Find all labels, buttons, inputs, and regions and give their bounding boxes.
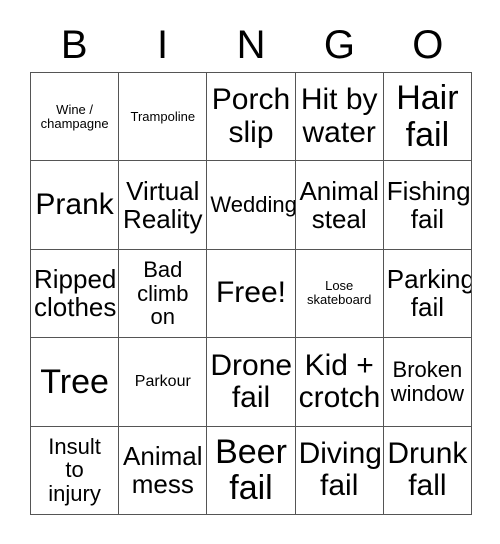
bingo-cell-free[interactable]: Free! [207,249,296,339]
bingo-cell-label: Wedding [210,192,296,218]
bingo-cell-label: Prank [35,187,114,221]
bingo-cell-label: Lose skateboard [307,278,372,308]
bingo-cell[interactable]: Bad climb on [119,249,208,339]
bingo-cell-label: Kid + crotch [298,348,381,414]
bingo-cell[interactable]: Fishing fail [383,161,472,250]
bingo-cell[interactable]: Wine / champagne [31,73,120,162]
bingo-cell-label: Porch slip [211,83,291,149]
bingo-cell[interactable]: Lose skateboard [295,249,384,339]
bingo-cell[interactable]: Hit by water [295,73,384,162]
header-letter-i: I [157,23,169,67]
bingo-cell[interactable]: Trampoline [119,73,208,162]
bingo-cell-label: Bad climb on [137,256,189,330]
bingo-cell[interactable]: Hair fail [383,73,472,162]
header-letter-o: O [412,23,444,67]
header-letter-g: G [323,23,355,67]
bingo-cell-label: Free! [215,276,286,310]
header-letter-n: N [236,23,266,67]
bingo-cell-label: Diving fail [298,436,382,503]
bingo-cell[interactable]: Insult to injury [31,426,120,515]
header-letter-b: B [60,23,88,67]
bingo-cell-label: Wine / champagne [40,101,109,131]
bingo-cell[interactable]: Parking fail [383,249,472,339]
bingo-cell[interactable]: Diving fail [295,426,384,515]
bingo-cell[interactable]: Wedding [207,161,296,250]
bingo-cell-label: Parkour [134,373,191,391]
bingo-cell[interactable]: Parkour [119,338,208,427]
bingo-cell-label: Beer fail [215,432,287,508]
bingo-cell[interactable]: Porch slip [207,73,296,162]
bingo-cell-label: Hair fail [396,78,459,154]
bingo-cell-label: Animal mess [123,441,203,500]
bingo-cell-label: Parking fail [386,264,472,323]
bingo-cell[interactable]: Ripped clothes [31,249,120,339]
bingo-cell[interactable]: Broken window [383,338,472,427]
bingo-header: B I N G O [30,18,472,72]
bingo-cell[interactable]: Drunk fall [383,426,472,515]
bingo-cell[interactable]: Kid + crotch [295,338,384,427]
bingo-cell-label: Broken window [390,357,465,406]
bingo-grid: Wine / champagne Trampoline Porch slip Hit … [30,72,472,515]
bingo-cell-label: Insult to injury [48,433,101,507]
bingo-cell[interactable]: Animal mess [119,426,208,515]
bingo-cell[interactable]: Tree [31,338,120,427]
bingo-cell-label: Trampoline [130,108,196,124]
bingo-cell-label: Fishing fail [386,176,471,235]
bingo-cell-label: Tree [40,362,109,401]
bingo-cell[interactable]: Drone fail [207,338,296,427]
bingo-cell[interactable]: Animal steal [295,161,384,250]
bingo-cell-label: Ripped clothes [34,264,117,323]
bingo-cell-label: Hit by water [300,83,378,149]
bingo-cell[interactable]: Prank [31,161,120,250]
bingo-cell-label: Virtual Reality [123,176,203,235]
bingo-cell[interactable]: Virtual Reality [119,161,208,250]
bingo-cell-label: Animal steal [299,176,379,235]
bingo-cell-label: Drunk fall [387,436,468,503]
bingo-cell-label: Drone fail [210,348,293,414]
bingo-card: B I N G O Wine / champagne Trampoline Porc… [0,0,500,544]
bingo-cell[interactable]: Beer fail [207,426,296,515]
